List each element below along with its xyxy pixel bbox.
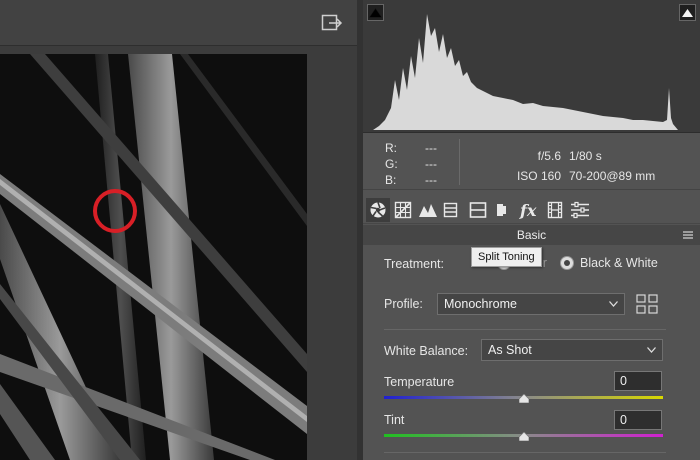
split-toning-tooltip: Split Toning: [471, 247, 542, 267]
mountains-detail-icon: [419, 204, 437, 217]
menu-icon[interactable]: [683, 231, 693, 239]
bw-option-label: Black & White: [580, 256, 658, 270]
b-label: B:: [385, 173, 397, 187]
hsl-icon: [443, 202, 458, 218]
white-balance-select[interactable]: As Shot: [481, 339, 663, 361]
section-title: Basic: [516, 228, 547, 242]
profile-value: Monochrome: [444, 297, 517, 311]
lens-value: 70-200@89 mm: [569, 169, 656, 183]
film-strip-icon: [547, 201, 563, 219]
treatment-label: Treatment:: [384, 257, 444, 271]
iso-value: ISO 160: [516, 169, 561, 183]
shutter-value: 1/80 s: [569, 149, 602, 163]
treatment-row: Treatment:: [384, 257, 444, 271]
aperture-icon: [370, 202, 386, 218]
tab-detail[interactable]: [416, 198, 440, 222]
histogram-graph: [373, 14, 678, 130]
tint-input[interactable]: 0: [614, 410, 662, 430]
lens-icon: [497, 204, 506, 216]
profile-browser-grid-icon[interactable]: [636, 294, 659, 315]
chevron-down-icon: [647, 347, 656, 353]
treatment-bw-option[interactable]: Black & White: [560, 256, 658, 270]
photo-preview[interactable]: [0, 54, 307, 460]
sliders-icon: [571, 201, 589, 219]
section-header-basic: Basic: [363, 225, 700, 245]
temperature-input[interactable]: 0: [614, 371, 662, 391]
section-divider: [384, 329, 666, 330]
panel-tabs: fx: [363, 196, 700, 224]
histogram: [363, 0, 700, 133]
tab-split-toning[interactable]: [466, 198, 490, 222]
tab-effects[interactable]: fx: [517, 198, 541, 222]
svg-text:fx: fx: [519, 201, 537, 219]
canvas-toolbar: [0, 0, 357, 46]
tab-lens[interactable]: [491, 198, 515, 222]
b-value: ---: [425, 173, 437, 187]
export-icon[interactable]: [321, 12, 343, 34]
adjustments-panel: R: --- G: --- B: --- f/5.6 1/80 s ISO 160 70-…: [363, 0, 700, 460]
white-balance-value: As Shot: [488, 343, 532, 357]
tab-camera-calibration[interactable]: [543, 198, 567, 222]
readout-separator: [459, 139, 460, 185]
highlight-clipping-triangle-icon[interactable]: [679, 4, 696, 21]
temperature-label: Temperature: [384, 375, 455, 389]
bw-radio[interactable]: [560, 256, 574, 270]
g-label: G:: [385, 157, 398, 171]
tint-label: Tint: [384, 413, 405, 427]
temperature-slider-thumb[interactable]: [518, 394, 529, 403]
exif-info: f/5.6 1/80 s ISO 160 70-200@89 mm: [493, 146, 655, 186]
chevron-down-icon: [609, 301, 618, 307]
canvas-margin: [307, 46, 357, 460]
white-balance-label: White Balance:: [384, 344, 469, 358]
r-label: R:: [385, 141, 397, 155]
profile-select[interactable]: Monochrome: [437, 293, 625, 315]
tab-basic[interactable]: [366, 198, 390, 222]
split-toning-icon: [469, 202, 487, 218]
fx-icon: fx: [519, 201, 537, 219]
tooltip-text: Split Toning: [478, 251, 535, 263]
image-canvas-area: [0, 0, 357, 460]
readout-row: R: --- G: --- B: --- f/5.6 1/80 s ISO 160 70-…: [363, 133, 700, 190]
tab-presets[interactable]: [568, 198, 592, 222]
r-value: ---: [425, 141, 437, 155]
tint-slider-thumb[interactable]: [518, 432, 529, 441]
tab-hsl[interactable]: [440, 198, 464, 222]
aperture-value: f/5.6: [537, 149, 561, 163]
tab-tone-curve[interactable]: [391, 198, 415, 222]
g-value: ---: [425, 157, 437, 171]
rgb-readout: R: --- G: --- B: ---: [385, 140, 445, 188]
tone-curve-grid-icon: [394, 201, 412, 219]
profile-label: Profile:: [384, 297, 423, 311]
section-divider: [384, 452, 666, 453]
